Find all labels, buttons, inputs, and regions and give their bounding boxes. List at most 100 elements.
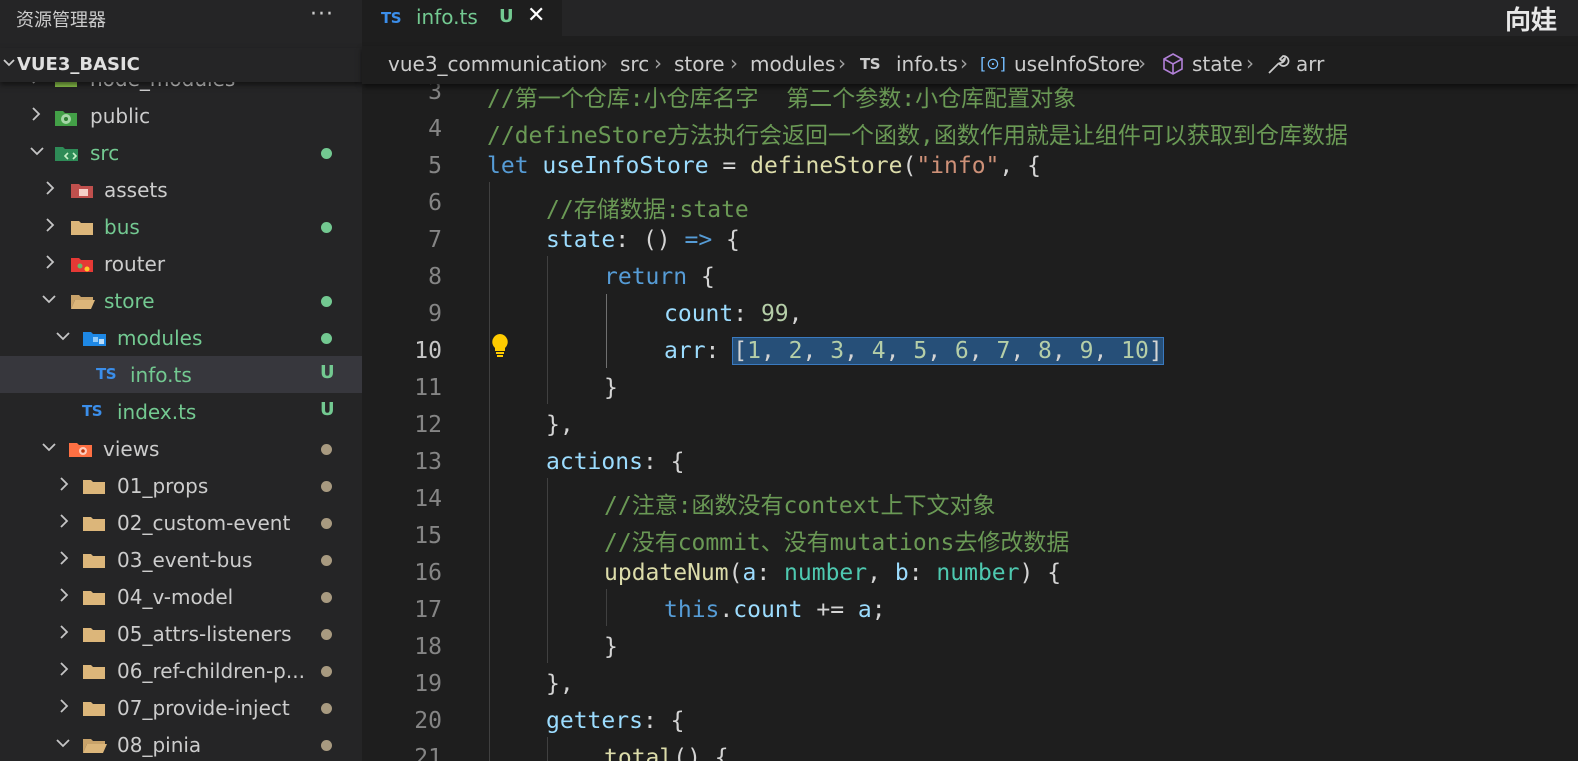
code-line: updateNum(a: number, b: number) { — [604, 560, 1062, 586]
breadcrumb-item[interactable]: store — [674, 52, 725, 76]
tree-item-index-ts[interactable]: TS index.ts U — [0, 393, 362, 430]
breadcrumb-item[interactable]: state — [1192, 52, 1243, 76]
tree-item-label: index.ts — [117, 400, 197, 424]
chevron-right-icon — [56, 512, 72, 530]
folder-views-icon — [68, 439, 92, 459]
tab-info-ts[interactable]: TS info.ts U ✕ — [362, 0, 562, 36]
code-line: }, — [546, 412, 574, 438]
code-line: //存储数据:state — [546, 197, 749, 223]
tree-item-label: 05_attrs-listeners — [117, 622, 292, 646]
indent-guide-active — [606, 294, 607, 368]
code-line: //defineStore方法执行会返回一个函数,函数作用就是让组件可以获取到仓… — [487, 123, 1348, 149]
line-number: 20 — [414, 708, 442, 734]
close-icon[interactable]: ✕ — [527, 3, 545, 28]
chevron-right-icon: › — [1246, 51, 1254, 75]
untracked-badge: U — [320, 362, 335, 383]
line-number: 9 — [428, 301, 442, 327]
line-number: 6 — [428, 190, 442, 216]
modified-dot-icon — [321, 703, 332, 714]
chevron-right-icon — [42, 216, 58, 234]
code-line: return { — [604, 264, 715, 290]
selection-highlight: [1, 2, 3, 4, 5, 6, 7, 8, 9, 10] — [732, 337, 1164, 365]
line-number: 18 — [414, 634, 442, 660]
tree-item-04-v-model[interactable]: 04_v-model — [0, 578, 362, 615]
line-number: 17 — [414, 597, 442, 623]
chevron-right-icon — [56, 697, 72, 715]
code-line: } — [604, 634, 618, 660]
tree-item-label: assets — [104, 178, 168, 202]
tree-item-modules[interactable]: modules — [0, 319, 362, 356]
chevron-right-icon — [28, 105, 44, 123]
modified-dot-icon — [321, 296, 332, 307]
tree-item-store[interactable]: store — [0, 282, 362, 319]
modified-dot-icon — [321, 555, 332, 566]
editor-tab-bar: TS info.ts U ✕ — [362, 0, 1578, 36]
more-actions-button[interactable]: ··· — [310, 2, 334, 27]
tree-item-views[interactable]: views — [0, 430, 362, 467]
line-number: 4 — [428, 116, 442, 142]
tree-item-06-ref-children[interactable]: 06_ref-children-p... — [0, 652, 362, 689]
tree-item-label: 08_pinia — [117, 733, 202, 757]
lightbulb-icon[interactable] — [489, 332, 511, 364]
modified-dot-icon — [321, 481, 332, 492]
chevron-right-icon — [42, 179, 58, 197]
line-number: 13 — [414, 449, 442, 475]
line-number: 16 — [414, 560, 442, 586]
folder-open-icon — [70, 291, 95, 311]
tree-item-01-props[interactable]: 01_props — [0, 467, 362, 504]
tree-item-label: views — [103, 437, 160, 461]
code-line: total() { — [604, 745, 729, 761]
folder-assets-icon — [70, 180, 94, 200]
tree-item-07-provide-inject[interactable]: 07_provide-inject — [0, 689, 362, 726]
code-line: state: () => { — [546, 227, 740, 253]
modified-dot-icon — [321, 333, 332, 344]
tree-item-03-event-bus[interactable]: 03_event-bus — [0, 541, 362, 578]
typescript-file-icon: TS — [96, 365, 117, 383]
tree-item-router[interactable]: router — [0, 245, 362, 282]
folder-icon — [82, 698, 106, 718]
tree-item-src[interactable]: src — [0, 134, 362, 171]
tree-item-label: 03_event-bus — [117, 548, 253, 572]
breadcrumb-item[interactable]: info.ts — [896, 52, 958, 76]
chevron-right-icon — [56, 475, 72, 493]
tree-item-info-ts[interactable]: TS info.ts U — [0, 356, 362, 393]
tree-item-bus[interactable]: bus — [0, 208, 362, 245]
tree-item-05-attrs-listeners[interactable]: 05_attrs-listeners — [0, 615, 362, 652]
code-line: let useInfoStore = defineStore("info", { — [487, 153, 1041, 179]
chevron-right-icon: › — [600, 51, 608, 75]
typescript-file-icon: TS — [860, 55, 881, 73]
project-header[interactable]: VUE3_BASIC — [0, 48, 362, 82]
indent-guide — [606, 589, 607, 626]
tree-item-02-custom-event[interactable]: 02_custom-event — [0, 504, 362, 541]
tree-item-08-pinia[interactable]: 08_pinia — [0, 726, 362, 761]
line-number: 8 — [428, 264, 442, 290]
breadcrumb-item[interactable]: arr — [1296, 52, 1324, 76]
modified-dot-icon — [321, 444, 332, 455]
tree-item-public[interactable]: public — [0, 97, 362, 134]
breadcrumb-item[interactable]: src — [620, 52, 649, 76]
tree-item-label: info.ts — [130, 363, 192, 387]
tree-item-assets[interactable]: assets — [0, 171, 362, 208]
line-number: 11 — [414, 375, 442, 401]
tree-item-label: 01_props — [117, 474, 209, 498]
chevron-right-icon: › — [838, 51, 846, 75]
breadcrumb-item[interactable]: vue3_communication — [388, 52, 602, 76]
tree-item-label: router — [104, 252, 166, 276]
tree-item-label: src — [90, 141, 120, 165]
code-line: } — [604, 375, 618, 401]
code-line: arr: [1, 2, 3, 4, 5, 6, 7, 8, 9, 10] — [664, 337, 1164, 365]
tree-item-label: 07_provide-inject — [117, 696, 290, 720]
explorer-sidebar: 资源管理器 ··· node_modules public src assets — [0, 0, 362, 761]
line-number: 14 — [414, 486, 442, 512]
folder-modules-icon — [82, 328, 106, 348]
untracked-badge: U — [320, 399, 335, 420]
chevron-right-icon — [56, 660, 72, 678]
folder-open-icon — [82, 735, 107, 755]
folder-src-icon — [54, 143, 78, 163]
breadcrumb-item[interactable]: useInfoStore — [1014, 52, 1140, 76]
breadcrumb-item[interactable]: modules — [750, 52, 835, 76]
line-number: 12 — [414, 412, 442, 438]
wrench-property-icon — [1266, 52, 1290, 81]
modified-dot-icon — [321, 666, 332, 677]
code-editor[interactable]: 3 //第一个仓库:小仓库名字 第二个参数:小仓库配置对象 4 //define… — [362, 84, 1578, 761]
